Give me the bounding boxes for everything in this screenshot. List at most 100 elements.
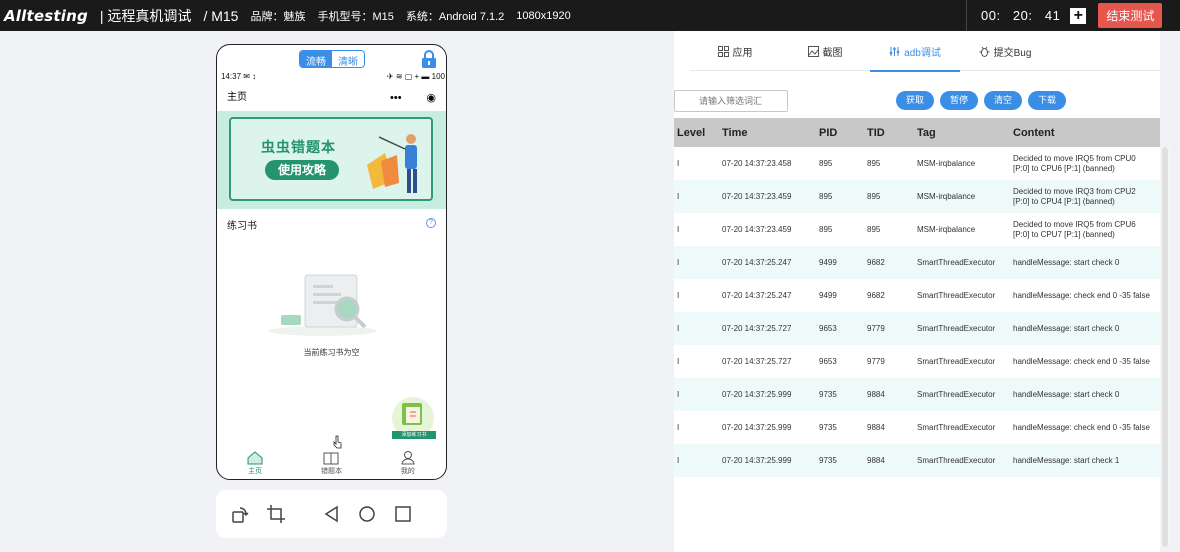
cell-content: Decided to move IRQ5 from CPU0 [P:0] to … [1013, 153, 1136, 173]
cell-pid: 895 [819, 225, 833, 234]
home-circle-icon[interactable] [357, 504, 377, 524]
empty-state-icon [269, 274, 377, 336]
end-test-button[interactable]: 结束测试 [1098, 3, 1163, 28]
cell-tid: 9884 [867, 423, 885, 432]
tab-adb-debug[interactable]: adb调试 [870, 31, 960, 72]
book-icon [402, 403, 422, 425]
mini-program-capsule: ••• ◉ [390, 90, 436, 106]
table-row[interactable]: I 07-20 14:37:25.999 9735 9884 SmartThreadEx… [674, 411, 1160, 444]
extend-time-button[interactable]: + [1070, 7, 1087, 24]
table-row[interactable]: I 07-20 14:37:23.459 895 895 MSM-irqbalance D… [674, 213, 1160, 246]
col-content: Content [1013, 126, 1055, 139]
col-tid: TID [867, 126, 885, 139]
device-model: / M15 [203, 7, 239, 24]
fetch-button[interactable]: 获取 [896, 91, 935, 110]
app-title: 主页 [227, 92, 247, 103]
table-row[interactable]: I 07-20 14:37:25.727 9653 9779 SmartThreadEx… [674, 345, 1160, 378]
cell-content: Decided to move IRQ3 from CPU2 [P:0] to … [1013, 186, 1136, 206]
table-row[interactable]: I 07-20 14:37:25.247 9499 9682 SmartThreadEx… [674, 279, 1160, 312]
quality-toggle: 流畅 清晰 [299, 50, 365, 68]
status-icons: ✈ ≋ ▢ + ▬ 100 [386, 72, 445, 81]
quality-smooth-option[interactable]: 流畅 [300, 51, 332, 67]
cell-level: I [677, 456, 680, 465]
help-icon[interactable]: ? [426, 218, 436, 228]
tab-apps[interactable]: 应用 [690, 31, 780, 71]
tab-profile[interactable]: 我的 [378, 445, 438, 479]
cell-content: handleMessage: check end 0 -35 false [1013, 356, 1150, 366]
recent-apps-icon[interactable] [393, 504, 413, 524]
rotate-icon[interactable] [230, 504, 250, 524]
table-row[interactable]: I 07-20 14:37:25.999 9735 9884 SmartThreadEx… [674, 444, 1160, 477]
log-table-header: Level Time PID TID Tag Content [674, 118, 1160, 147]
tab-home[interactable]: 主页 [225, 445, 285, 479]
cell-time: 07-20 14:37:25.727 [722, 324, 792, 333]
cell-time: 07-20 14:37:25.999 [722, 423, 792, 432]
tab-mistakes[interactable]: 错题本 [301, 445, 361, 479]
home-icon [247, 451, 263, 465]
banner-guide-button[interactable]: 使用攻略 [265, 160, 339, 180]
image-icon [807, 45, 819, 57]
phone-screen[interactable]: 流畅 清晰 14:37 ✉ ↕ ✈ ≋ ▢ + ▬ 100 主页 ••• ◉ 虫… [216, 44, 447, 480]
cell-level: I [677, 291, 680, 300]
clear-button[interactable]: 清空 [984, 91, 1023, 110]
screenshot-icon[interactable] [266, 504, 286, 524]
cell-pid: 9653 [819, 357, 837, 366]
cell-content: handleMessage: check end 0 -35 false [1013, 290, 1150, 300]
more-icon[interactable]: ••• [390, 89, 402, 107]
app-header: 主页 ••• ◉ [217, 89, 446, 111]
cell-time: 07-20 14:37:25.999 [722, 390, 792, 399]
app-logo: Alltesting [4, 6, 88, 25]
practice-books-title: 练习书 [227, 221, 257, 232]
cell-time: 07-20 14:37:23.458 [722, 159, 792, 168]
timer-minutes: 20: [1012, 8, 1033, 23]
debug-panel: 应用 截图 adb调试 提交Bug 获取 暂停 清空 下载 Level Time… [674, 31, 1160, 552]
table-row[interactable]: I 07-20 14:37:23.458 895 895 MSM-irqbalance D… [674, 147, 1160, 180]
phone-tab-bar: 主页 错题本 我的 [217, 445, 446, 479]
cell-tid: 9682 [867, 291, 885, 300]
tab-submit-bug[interactable]: 提交Bug [960, 31, 1050, 71]
cell-tag: MSM-irqbalance [917, 159, 976, 168]
cell-time: 07-20 14:37:25.727 [722, 357, 792, 366]
cell-tag: MSM-irqbalance [917, 192, 976, 201]
pause-button[interactable]: 暂停 [940, 91, 979, 110]
col-pid: PID [819, 126, 838, 139]
cell-content: handleMessage: start check 1 [1013, 455, 1120, 465]
table-row[interactable]: I 07-20 14:37:25.999 9735 9884 SmartThreadEx… [674, 378, 1160, 411]
log-rows: I 07-20 14:37:23.458 895 895 MSM-irqbalance D… [674, 147, 1160, 477]
tab-screenshot[interactable]: 截图 [780, 31, 870, 71]
log-filter-input[interactable] [674, 90, 788, 112]
log-scrollbar[interactable] [1160, 147, 1170, 547]
cell-pid: 9499 [819, 258, 837, 267]
lock-icon[interactable] [421, 49, 437, 69]
download-button[interactable]: 下载 [1028, 91, 1067, 110]
col-level: Level [677, 126, 706, 139]
grid-icon [717, 45, 729, 57]
table-row[interactable]: I 07-20 14:37:23.459 895 895 MSM-irqbalance D… [674, 180, 1160, 213]
table-row[interactable]: I 07-20 14:37:25.247 9499 9682 SmartThreadEx… [674, 246, 1160, 279]
cell-tid: 895 [867, 159, 881, 168]
cell-tid: 895 [867, 225, 881, 234]
cell-pid: 9735 [819, 390, 837, 399]
cell-content: handleMessage: check end 0 -35 false [1013, 422, 1150, 432]
device-resolution: 1080x1920 [516, 9, 571, 22]
col-time: Time [722, 126, 748, 139]
table-row[interactable]: I 07-20 14:37:25.727 9653 9779 SmartThreadEx… [674, 312, 1160, 345]
quality-clear-option[interactable]: 清晰 [332, 51, 364, 67]
add-book-label: 添加练习书 [392, 431, 436, 439]
panel-tabs: 应用 截图 adb调试 提交Bug [690, 31, 1160, 72]
cell-level: I [677, 357, 680, 366]
back-icon[interactable] [322, 504, 342, 524]
close-circle-icon[interactable]: ◉ [426, 89, 436, 107]
log-action-buttons: 获取 暂停 清空 下载 [896, 91, 1067, 110]
log-scrollbar-thumb[interactable] [1162, 147, 1168, 547]
cell-tag: MSM-irqbalance [917, 225, 976, 234]
cell-level: I [677, 225, 680, 234]
cell-level: I [677, 390, 680, 399]
cell-pid: 9735 [819, 456, 837, 465]
cell-tag: SmartThreadExecutor [917, 390, 996, 399]
cell-pid: 9499 [819, 291, 837, 300]
banner-card[interactable]: 虫虫错题本 使用攻略 [229, 117, 433, 201]
cell-time: 07-20 14:37:23.459 [722, 192, 792, 201]
cell-tag: SmartThreadExecutor [917, 456, 996, 465]
cell-tid: 895 [867, 192, 881, 201]
